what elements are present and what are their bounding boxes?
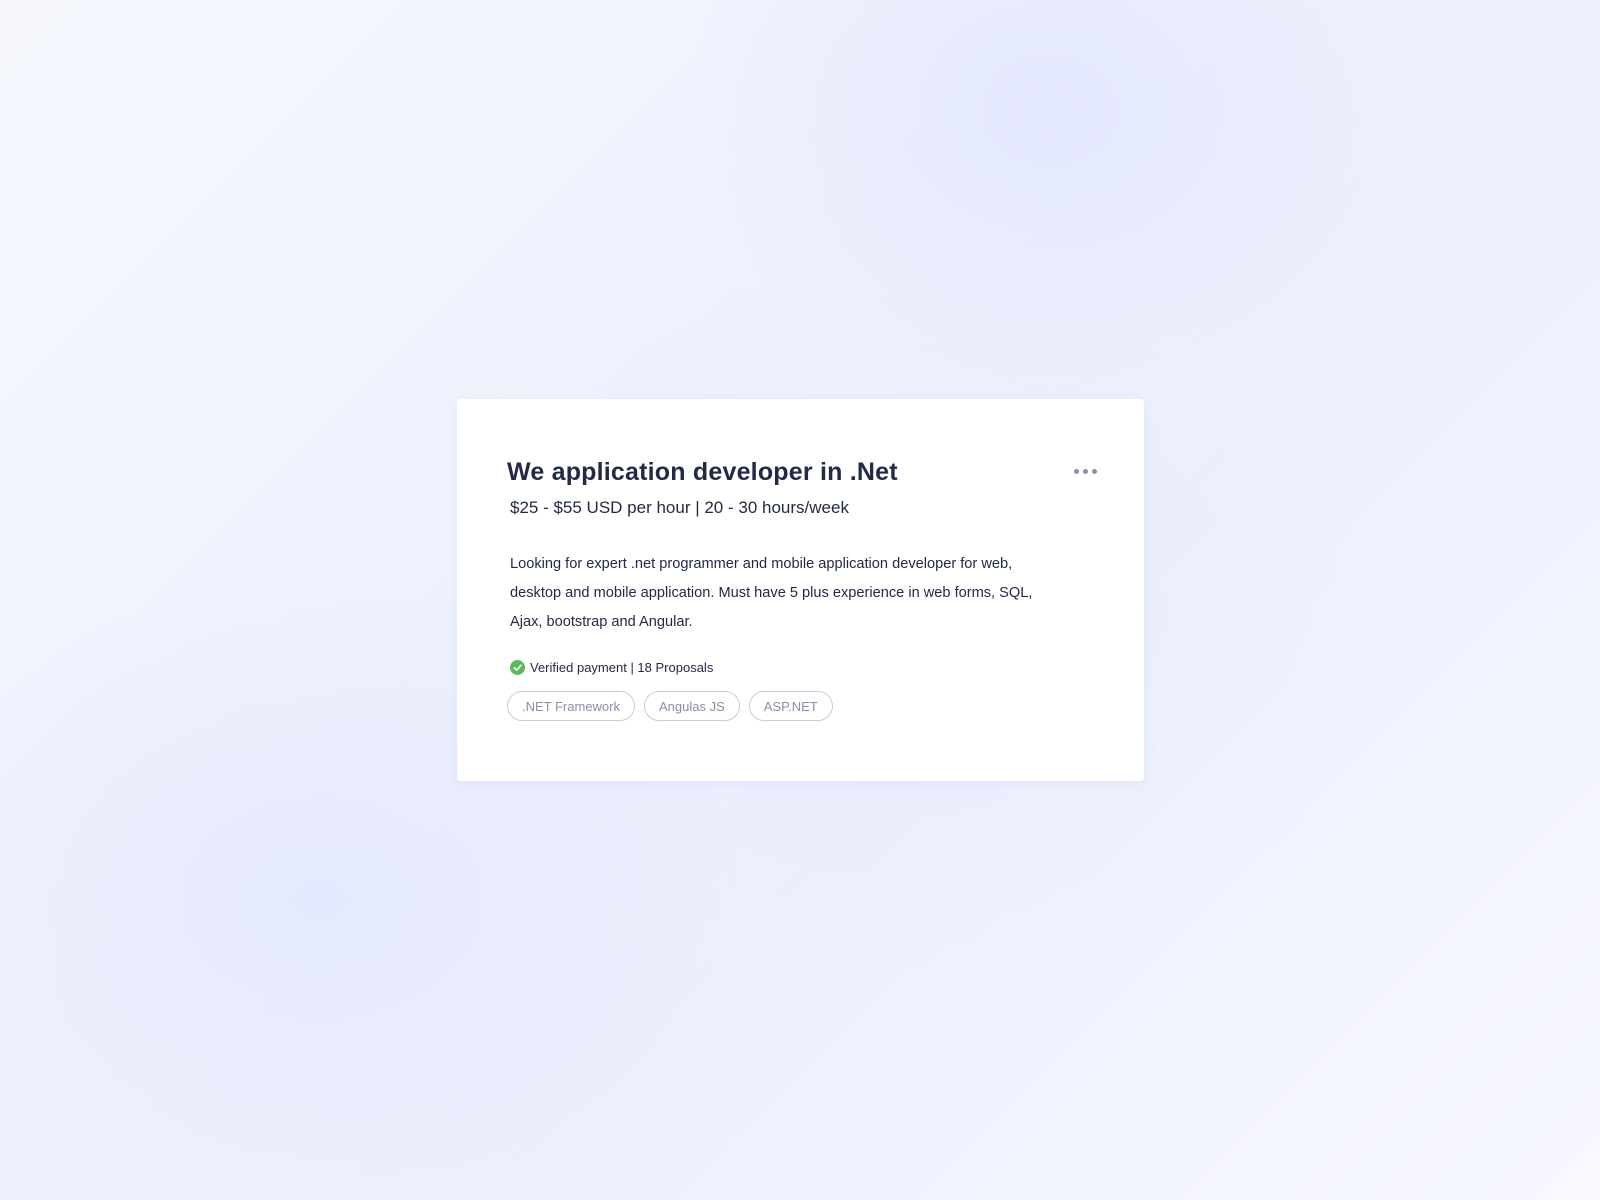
job-title: We application developer in .Net bbox=[507, 458, 898, 486]
skill-tag[interactable]: ASP.NET bbox=[748, 691, 833, 721]
check-circle-icon bbox=[510, 660, 525, 675]
job-description: Looking for expert .net programmer and m… bbox=[510, 556, 1033, 630]
skill-tag[interactable]: .NET Framework bbox=[507, 691, 635, 721]
more-icon-dot bbox=[1082, 468, 1088, 474]
job-rate: $25 - $55 USD per hour | 20 - 30 hours/w… bbox=[510, 498, 849, 517]
job-meta-text: Verified payment | 18 Proposals bbox=[530, 660, 714, 675]
skill-tags: .NET Framework Angulas JS ASP.NET bbox=[507, 691, 833, 721]
more-options-button[interactable] bbox=[1070, 461, 1100, 481]
job-card: We application developer in .Net $25 - $… bbox=[457, 399, 1144, 781]
job-meta: Verified payment | 18 Proposals bbox=[510, 660, 713, 675]
skill-tag[interactable]: Angulas JS bbox=[644, 691, 740, 721]
more-icon-dot bbox=[1073, 468, 1079, 474]
more-icon-dot bbox=[1091, 468, 1097, 474]
